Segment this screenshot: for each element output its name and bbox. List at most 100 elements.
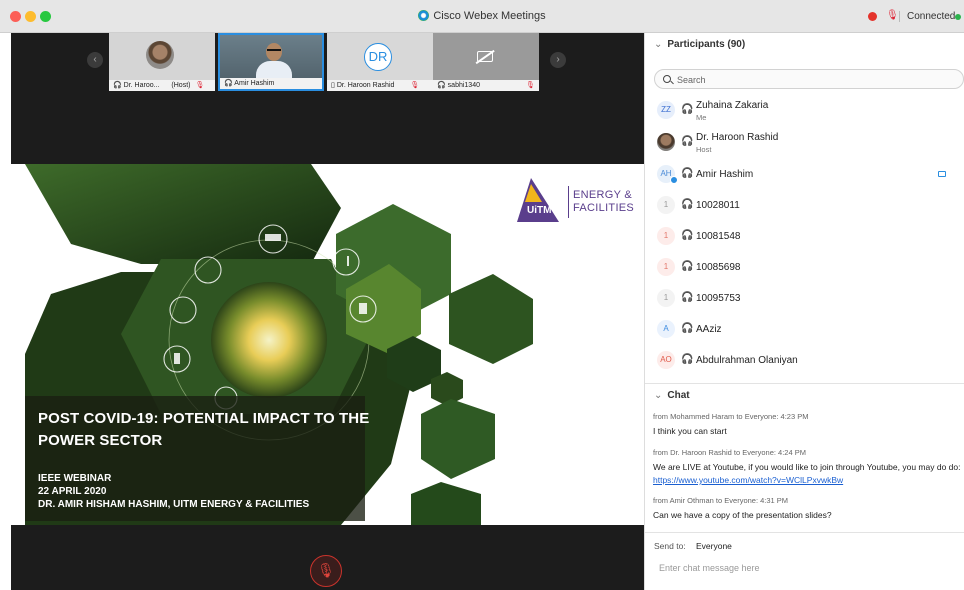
tile-name-bar: 🎧 Amir Hashim — [220, 78, 322, 89]
participant-name: 10085698 — [696, 262, 741, 273]
participants-title: Participants (90) — [667, 39, 746, 50]
participant-row[interactable]: A 🎧 AAziz — [645, 314, 964, 344]
participants-search[interactable] — [654, 69, 964, 89]
logo-text-line2: FACILITIES — [573, 202, 635, 214]
send-to-row: Send to: Everyone — [645, 532, 964, 557]
avatar: 1 — [657, 258, 675, 276]
headset-icon: 🎧 — [681, 104, 694, 115]
headset-icon: 🎧 — [681, 230, 694, 241]
video-tile-active-speaker[interactable]: 🎧 Amir Hashim — [218, 33, 324, 91]
connection-indicator-icon — [955, 14, 961, 20]
video-camera-icon — [938, 171, 946, 177]
speaker-video — [256, 41, 292, 85]
participant-role: Host — [696, 145, 712, 154]
participant-row[interactable]: 1 🎧 10028011 — [645, 190, 964, 220]
avatar: AO — [657, 351, 675, 369]
headset-icon: 🎧 — [681, 136, 694, 147]
tile-name-bar: 🎧 sabhi1340 🎙 — [433, 80, 539, 91]
video-off-icon — [477, 51, 493, 62]
slide-date: 22 APRIL 2020 — [38, 486, 107, 497]
logo-text-line1: ENERGY & — [573, 189, 633, 201]
participant-name: Dr. Haroon Rashid — [696, 132, 779, 143]
tile-name: Dr. Haroon Rashid — [336, 82, 395, 89]
video-tile[interactable]: DR ▯ Dr. Haroon Rashid 🎙 — [327, 33, 433, 91]
logo-mark-text: UiTM — [527, 205, 552, 216]
participant-row[interactable]: AH 🎧 Amir Hashim — [645, 159, 964, 189]
webex-window: Cisco Webex Meetings 🎙 Connected ‹ 🎧 Dr.… — [0, 0, 964, 590]
headset-icon: 🎧 — [681, 168, 694, 179]
search-input[interactable] — [677, 73, 957, 86]
chat-message-link[interactable]: https://www.youtube.com/watch?v=WClLPxvw… — [653, 475, 843, 485]
tile-name: sabhi1340 — [447, 82, 480, 89]
tile-name-bar: 🎧 Dr. Haroo... (Host) 🎙 — [109, 80, 215, 91]
chevron-down-icon: ⌄ — [654, 390, 663, 401]
title-separator — [899, 11, 900, 22]
slide-title: POST COVID-19: POTENTIAL IMPACT TO THE P… — [38, 410, 370, 449]
participants-header[interactable]: ⌄ Participants (90) — [645, 33, 964, 57]
headset-icon: 🎧 — [437, 82, 446, 89]
chat-message-meta: from Mohammed Haram to Everyone: 4:23 PM — [653, 412, 809, 421]
video-tile[interactable]: 🎧 sabhi1340 🎙 — [433, 33, 539, 91]
chat-message-text: We are LIVE at Youtube, if you would lik… — [653, 462, 961, 472]
headset-icon: 🎧 — [681, 261, 694, 272]
search-icon — [663, 75, 671, 83]
muted-mic-icon: 🎙 — [410, 82, 420, 89]
chat-message-meta: from Dr. Haroon Rashid to Everyone: 4:24… — [653, 448, 806, 457]
window-title-text: Cisco Webex Meetings — [433, 10, 546, 22]
shared-slide: UiTM ENERGY & FACILITIES POST COVID-19: … — [11, 164, 644, 525]
participant-name: Amir Hashim — [696, 169, 754, 180]
chat-message-text: I think you can start — [653, 426, 727, 436]
send-to-label: Send to: — [654, 541, 686, 551]
connection-status: Connected — [907, 11, 956, 22]
mute-status-icon[interactable]: 🎙 — [886, 10, 899, 21]
chat-message-input[interactable] — [659, 559, 955, 577]
avatar: 1 — [657, 289, 675, 307]
strip-next-button[interactable]: › — [550, 52, 566, 68]
muted-mic-icon: 🎙 — [195, 82, 205, 89]
participant-row[interactable]: 1 🎧 10085698 — [645, 252, 964, 282]
meeting-controls: 🎙 — [11, 525, 644, 590]
headset-icon: 🎧 — [681, 292, 694, 303]
participant-row[interactable]: 1 🎧 10081548 — [645, 221, 964, 251]
participant-name: 10081548 — [696, 231, 741, 242]
avatar: 1 — [657, 227, 675, 245]
chevron-down-icon: ⌄ — [654, 39, 663, 50]
participant-name: Abdulrahman Olaniyan — [696, 355, 798, 366]
unmute-button[interactable]: 🎙 — [310, 555, 342, 587]
participant-row[interactable]: ZZ 🎧 Zuhaina Zakaria Me — [645, 95, 964, 125]
chat-title: Chat — [667, 390, 690, 401]
avatar-initials: DR — [364, 43, 392, 71]
video-tile[interactable]: 🎧 Dr. Haroo... (Host) 🎙 — [109, 33, 215, 91]
slide-event: IEEE WEBINAR — [38, 473, 112, 484]
meeting-stage: ‹ 🎧 Dr. Haroo... (Host) 🎙 🎧 Amir Hashim — [11, 33, 644, 590]
participant-name: 10095753 — [696, 293, 741, 304]
chat-message-meta: from Amir Othman to Everyone: 4:31 PM — [653, 496, 789, 505]
headset-icon: 🎧 — [113, 82, 122, 89]
muted-mic-icon: 🎙 — [525, 82, 535, 89]
side-panel: ⌄ Participants (90) ZZ 🎧 Zuhaina Zakaria … — [644, 33, 964, 590]
video-strip: ‹ 🎧 Dr. Haroo... (Host) 🎙 🎧 Amir Hashim — [11, 33, 644, 164]
window-title: Cisco Webex Meetings — [0, 10, 964, 22]
webex-logo-icon — [418, 10, 430, 21]
headset-icon: 🎧 — [681, 354, 694, 365]
tile-name: Dr. Haroo... — [123, 82, 160, 89]
slide-speaker: DR. AMIR HISHAM HASHIM, UITM ENERGY & FA… — [38, 499, 310, 510]
chat-header[interactable]: ⌄ Chat — [645, 383, 964, 407]
participant-name: Zuhaina Zakaria — [696, 100, 769, 111]
avatar: ZZ — [657, 101, 675, 119]
recording-icon[interactable] — [868, 12, 877, 21]
participant-row[interactable]: AO 🎧 Abdulrahman Olaniyan — [645, 345, 964, 375]
send-to-select[interactable]: Everyone — [696, 541, 732, 551]
chat-message-text: Can we have a copy of the presentation s… — [653, 510, 832, 520]
avatar — [657, 133, 675, 151]
participant-row[interactable]: 🎧 Dr. Haroon Rashid Host — [645, 127, 964, 157]
avatar: 1 — [657, 196, 675, 214]
presenter-icon — [670, 176, 678, 184]
headset-icon: 🎧 — [681, 323, 694, 334]
strip-prev-button[interactable]: ‹ — [87, 52, 103, 68]
avatar — [146, 41, 174, 69]
title-bar: Cisco Webex Meetings 🎙 Connected — [0, 0, 964, 33]
participant-name: AAziz — [696, 324, 722, 335]
participant-row[interactable]: 1 🎧 10095753 — [645, 283, 964, 313]
avatar: A — [657, 320, 675, 338]
